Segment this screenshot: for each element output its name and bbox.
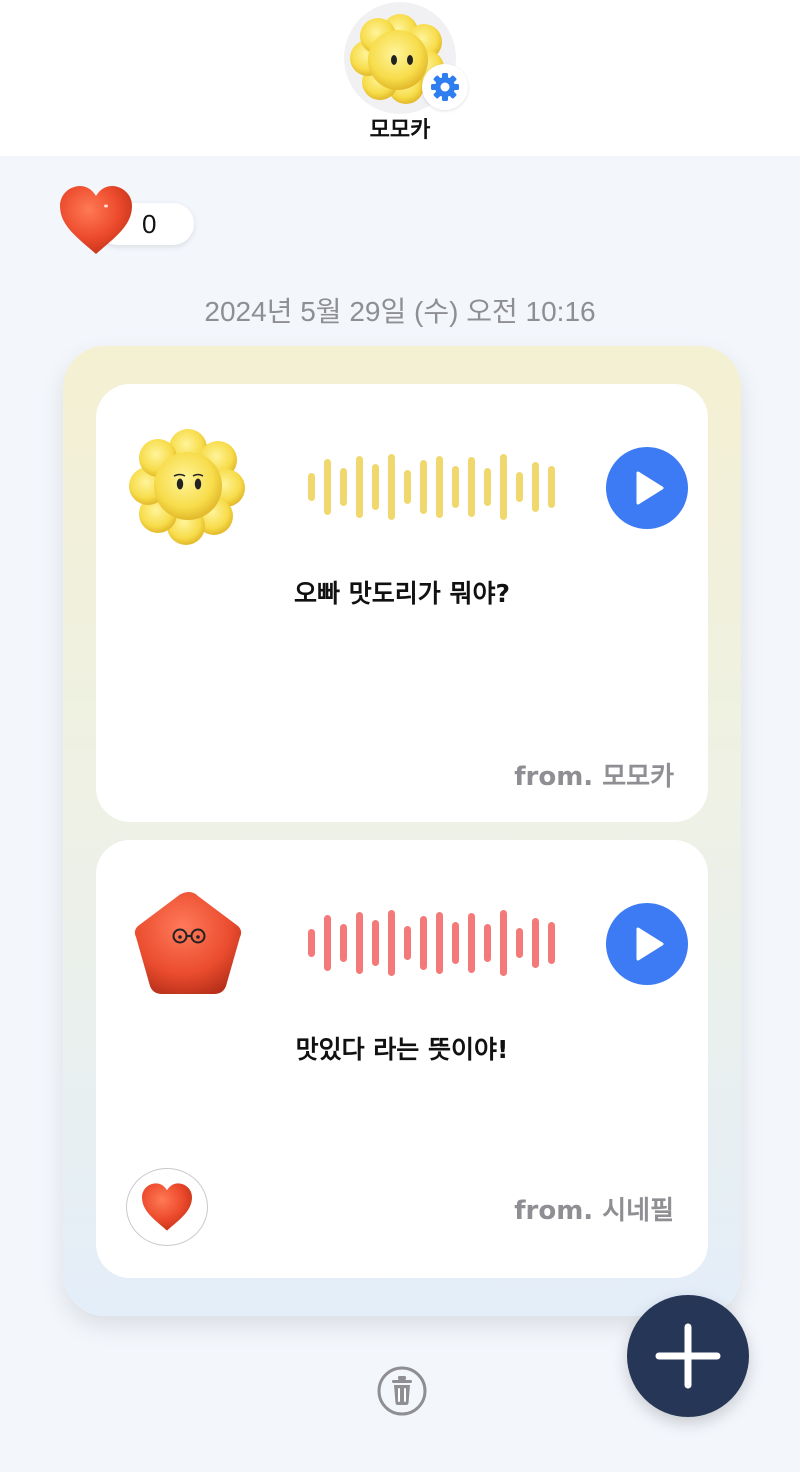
play-icon: [636, 927, 664, 961]
heart-icon: [60, 186, 132, 254]
profile-name: 모모카: [369, 118, 431, 143]
plus-icon: [655, 1323, 721, 1389]
like-count: 0: [142, 209, 157, 239]
gear-icon: [431, 73, 459, 101]
red-star-glasses-character-icon: [134, 892, 242, 994]
play-button[interactable]: [606, 903, 688, 985]
audio-waveform: [308, 454, 555, 520]
trash-icon[interactable]: [377, 1366, 427, 1416]
add-message-button[interactable]: [627, 1295, 749, 1417]
message-sender: from. 모모카: [514, 762, 674, 792]
settings-button[interactable]: [422, 64, 468, 110]
message-text: 맛있다 라는 뜻이야!: [295, 1035, 509, 1064]
message-sender: from. 시네필: [514, 1196, 674, 1226]
audio-waveform: [308, 910, 555, 976]
message-text: 오빠 맛도리가 뭐야?: [294, 579, 510, 608]
play-icon: [636, 471, 664, 505]
like-button[interactable]: [126, 1168, 208, 1246]
heart-icon: [142, 1183, 192, 1231]
message-card: 맛있다 라는 뜻이야! from. 시네필: [96, 840, 708, 1278]
yellow-flower-character-icon: [129, 429, 245, 545]
play-button[interactable]: [606, 447, 688, 529]
message-card: 오빠 맛도리가 뭐야? from. 모모카: [96, 384, 708, 822]
thread-date: 2024년 5월 29일 (수) 오전 10:16: [204, 296, 596, 327]
